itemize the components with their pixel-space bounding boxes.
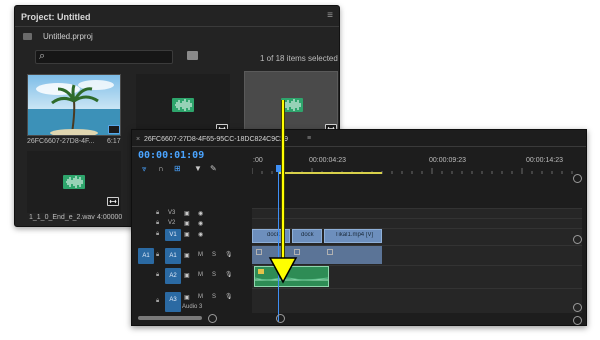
drag-arrow: [268, 100, 298, 284]
